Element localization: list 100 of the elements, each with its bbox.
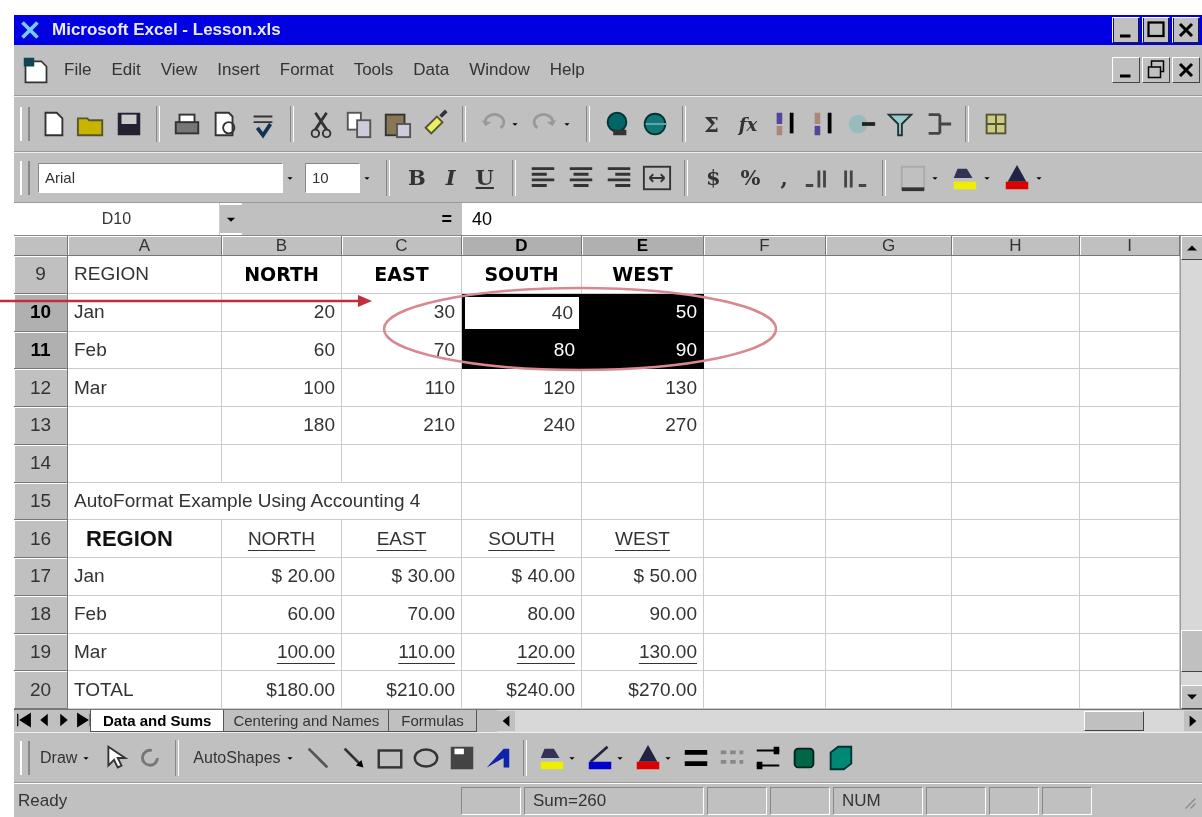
restore-icon[interactable] <box>1142 57 1170 83</box>
close-icon[interactable] <box>1172 17 1200 43</box>
cell[interactable] <box>826 293 952 332</box>
cell[interactable]: 100.00 <box>222 633 342 672</box>
scroll-thumb[interactable] <box>1181 630 1202 672</box>
cell[interactable] <box>952 633 1080 672</box>
column-header[interactable]: A <box>68 236 222 256</box>
vertical-scrollbar[interactable] <box>1180 236 1202 709</box>
cell[interactable] <box>826 558 952 596</box>
font-size-field[interactable]: 10 <box>305 162 360 193</box>
autosum-button[interactable]: Σ <box>698 107 725 141</box>
maximize-icon[interactable] <box>1142 17 1170 43</box>
cell[interactable]: 70.00 <box>342 595 462 634</box>
column-header[interactable]: F <box>704 236 826 256</box>
cell[interactable]: 60.00 <box>222 595 342 634</box>
scroll-first-icon[interactable] <box>14 710 34 730</box>
menu-item[interactable]: Insert <box>217 60 260 80</box>
cell[interactable] <box>952 520 1080 558</box>
cell[interactable] <box>68 444 222 483</box>
currency-button[interactable]: $ <box>699 160 727 195</box>
comma-button[interactable]: , <box>774 160 794 195</box>
column-header[interactable]: B <box>222 236 342 256</box>
column-header[interactable]: G <box>826 236 952 256</box>
row-header[interactable]: 9 <box>14 256 68 294</box>
cell[interactable] <box>826 520 952 558</box>
cell[interactable] <box>952 256 1080 294</box>
cell[interactable] <box>704 520 826 558</box>
cell[interactable]: $ 50.00 <box>582 558 704 596</box>
cell[interactable]: Mar <box>68 633 222 672</box>
cell[interactable] <box>704 331 826 370</box>
cell[interactable]: $ 30.00 <box>342 558 462 596</box>
row-header[interactable]: 15 <box>14 482 68 521</box>
toolbar-grip[interactable] <box>20 107 30 141</box>
row-header[interactable]: 13 <box>14 407 68 445</box>
cell[interactable]: 120 <box>462 369 582 407</box>
cell[interactable] <box>952 558 1080 596</box>
cell[interactable] <box>826 369 952 407</box>
cell[interactable]: Mar <box>68 369 222 407</box>
cell[interactable] <box>952 293 1080 332</box>
cell[interactable] <box>462 444 582 483</box>
cell[interactable] <box>704 407 826 445</box>
cell[interactable] <box>582 482 704 521</box>
row-header[interactable]: 14 <box>14 444 68 483</box>
close-icon[interactable] <box>1172 57 1200 83</box>
cell[interactable] <box>952 444 1080 483</box>
cell[interactable] <box>68 407 222 445</box>
cell[interactable]: Feb <box>68 331 222 370</box>
sheet-tab[interactable]: Formulas <box>388 710 477 732</box>
column-header[interactable]: H <box>952 236 1080 256</box>
cell[interactable]: SOUTH <box>462 520 582 558</box>
cell[interactable]: $ 40.00 <box>462 558 582 596</box>
cell[interactable]: 90.00 <box>582 595 704 634</box>
column-header[interactable]: I <box>1080 236 1180 256</box>
percent-button[interactable]: % <box>734 160 767 195</box>
toolbar-grip[interactable] <box>20 160 30 195</box>
row-header[interactable]: 19 <box>14 633 68 672</box>
scroll-right-icon[interactable] <box>1184 711 1202 731</box>
cell[interactable]: WEST <box>582 520 704 558</box>
cell[interactable]: 90 <box>582 331 704 370</box>
minimize-icon[interactable] <box>1112 57 1140 83</box>
cell[interactable] <box>952 595 1080 634</box>
cell[interactable]: $ 20.00 <box>222 558 342 596</box>
cell[interactable]: Feb <box>68 595 222 634</box>
cell[interactable]: Jan <box>68 558 222 596</box>
two-pages-icon[interactable] <box>344 109 374 139</box>
cell[interactable] <box>704 444 826 483</box>
cell[interactable] <box>222 444 342 483</box>
edit-formula-button[interactable]: = <box>431 205 462 233</box>
menu-item[interactable]: Tools <box>353 60 394 80</box>
draw-menu-button[interactable]: Draw <box>36 742 82 773</box>
cell[interactable] <box>704 482 826 521</box>
menu-item[interactable]: Edit <box>111 60 141 80</box>
cell[interactable] <box>704 256 826 294</box>
cell[interactable]: 20 <box>222 293 342 332</box>
scroll-up-icon[interactable] <box>1181 236 1202 260</box>
cell[interactable]: NORTH <box>222 256 342 294</box>
scroll-down-icon[interactable] <box>1181 685 1202 709</box>
cell[interactable] <box>952 369 1080 407</box>
cell[interactable]: 270 <box>582 407 704 445</box>
cell[interactable] <box>826 444 952 483</box>
cell[interactable] <box>342 444 462 483</box>
function-button[interactable]: fx <box>732 107 764 141</box>
cell[interactable]: NORTH <box>222 520 342 558</box>
underline-button[interactable]: U <box>469 160 500 195</box>
cell[interactable]: WEST <box>582 256 704 294</box>
cell[interactable] <box>826 331 952 370</box>
cell[interactable] <box>826 256 952 294</box>
cell[interactable]: SOUTH <box>462 256 582 294</box>
cell[interactable] <box>952 482 1080 521</box>
minimize-icon[interactable] <box>1112 17 1140 43</box>
cell[interactable]: 40 <box>462 293 582 332</box>
menu-item[interactable]: File <box>64 60 92 80</box>
horizontal-scrollbar[interactable] <box>496 710 1202 732</box>
menu-item[interactable]: Data <box>413 60 450 80</box>
cell[interactable] <box>952 331 1080 370</box>
cell[interactable]: AutoFormat Example Using Accounting 4 <box>68 482 462 521</box>
menu-item[interactable]: Format <box>279 60 334 80</box>
row-header[interactable]: 18 <box>14 595 68 634</box>
row-header[interactable]: 16 <box>14 520 68 558</box>
cell[interactable] <box>462 482 582 521</box>
